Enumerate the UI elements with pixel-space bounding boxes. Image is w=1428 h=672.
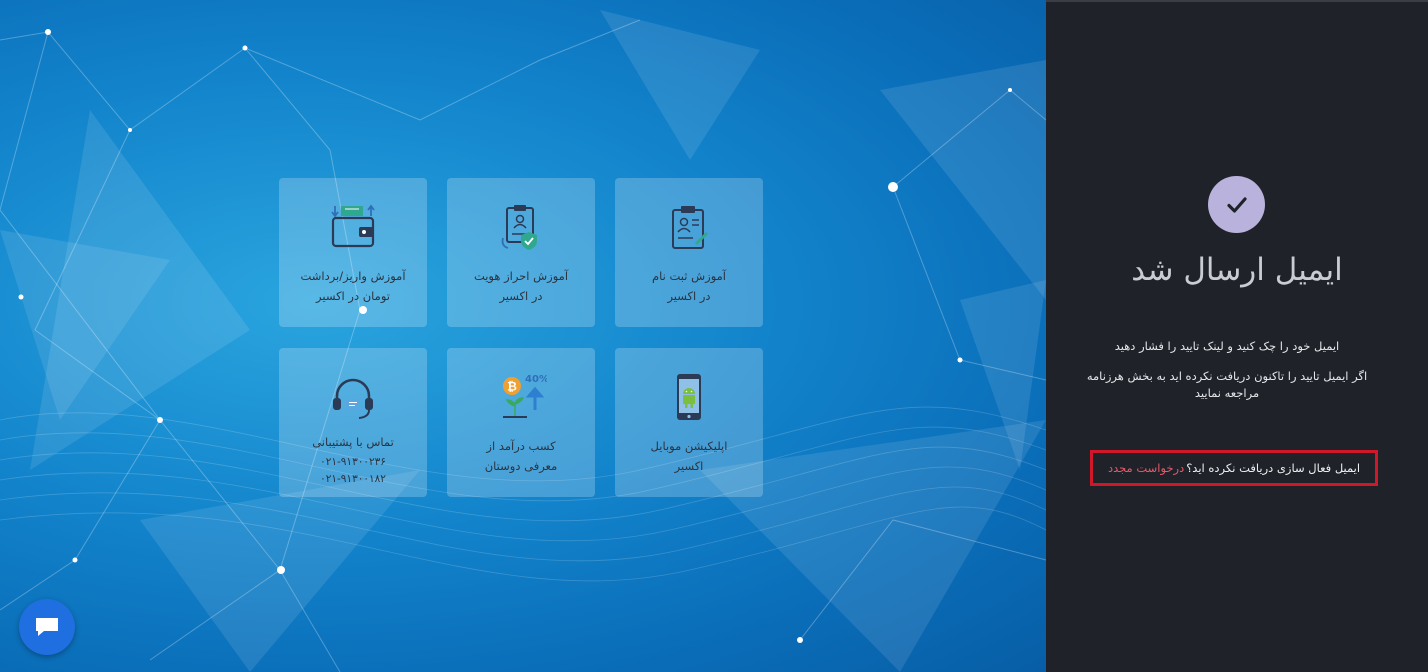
card-registration-tutorial[interactable]: آموزش ثبت نام در اکسیر (615, 178, 763, 327)
registration-clipboard-icon (672, 206, 709, 249)
headset-icon (333, 378, 373, 419)
card-identity-verification-tutorial[interactable]: آموزش احراز هویت در اکسیر (447, 178, 595, 327)
svg-text:40%: 40% (525, 374, 547, 385)
card-label: تماس با پشتیبانی ۰۲۱-۹۱۳۰۰۲۳۶ ۰۲۱-۹۱۳۰۰۱… (285, 434, 421, 488)
support-phone-1: ۰۲۱-۹۱۳۰۰۲۳۶ (320, 456, 386, 468)
card-label: اپلیکیشن موبایل اکسیر (650, 439, 728, 473)
check-circle-icon (1208, 176, 1265, 233)
email-sent-panel: ایمیل ارسال شد ایمیل خود را چک کنید و لی… (1046, 2, 1428, 672)
android-phone-icon (677, 374, 701, 420)
page-title: ایمیل ارسال شد (1131, 252, 1343, 288)
chat-button[interactable] (19, 599, 75, 655)
wallet-icon (331, 204, 375, 248)
checkmark-icon (1226, 196, 1247, 213)
hero-background: آموزش ثبت نام در اکسیر آموزش احراز هویت … (0, 0, 1046, 672)
svg-text:₿: ₿ (507, 380, 517, 394)
chat-bubble-icon (36, 618, 58, 636)
resend-question: ایمیل فعال سازی دریافت نکرده اید؟ (1186, 461, 1361, 475)
card-contact-support[interactable]: تماس با پشتیبانی ۰۲۱-۹۱۳۰۰۲۳۶ ۰۲۱-۹۱۳۰۰۱… (279, 348, 427, 497)
check-email-message: ایمیل خود را چک کنید و لینک تایید را فشا… (1114, 339, 1340, 353)
card-deposit-withdraw-tutorial[interactable]: آموزش واریز/برداشت تومان در اکسیر (279, 178, 427, 327)
resend-activation-box: ایمیل فعال سازی دریافت نکرده اید؟ درخواس… (1090, 450, 1378, 486)
tutorial-cards-grid: آموزش ثبت نام در اکسیر آموزش احراز هویت … (279, 178, 763, 497)
bitcoin-growth-icon: ₿ 40% (503, 374, 547, 418)
identity-verification-icon (501, 205, 537, 250)
spam-folder-message: اگر ایمیل تایید را تاکنون دریافت نکرده ا… (1086, 369, 1368, 400)
card-mobile-app[interactable]: اپلیکیشن موبایل اکسیر (615, 348, 763, 497)
resend-link[interactable]: درخواست مجدد (1108, 461, 1184, 475)
card-referral-earnings[interactable]: ₿ 40% کسب درآمد از معرفی دوستان (447, 348, 595, 497)
card-label: آموزش واریز/برداشت تومان در اکسیر (300, 269, 406, 303)
support-phone-2: ۰۲۱-۹۱۳۰۰۱۸۲ (320, 473, 386, 485)
card-label: کسب درآمد از معرفی دوستان (484, 439, 558, 473)
card-label: آموزش احراز هویت در اکسیر (473, 269, 569, 303)
card-label: آموزش ثبت نام در اکسیر (652, 269, 726, 303)
